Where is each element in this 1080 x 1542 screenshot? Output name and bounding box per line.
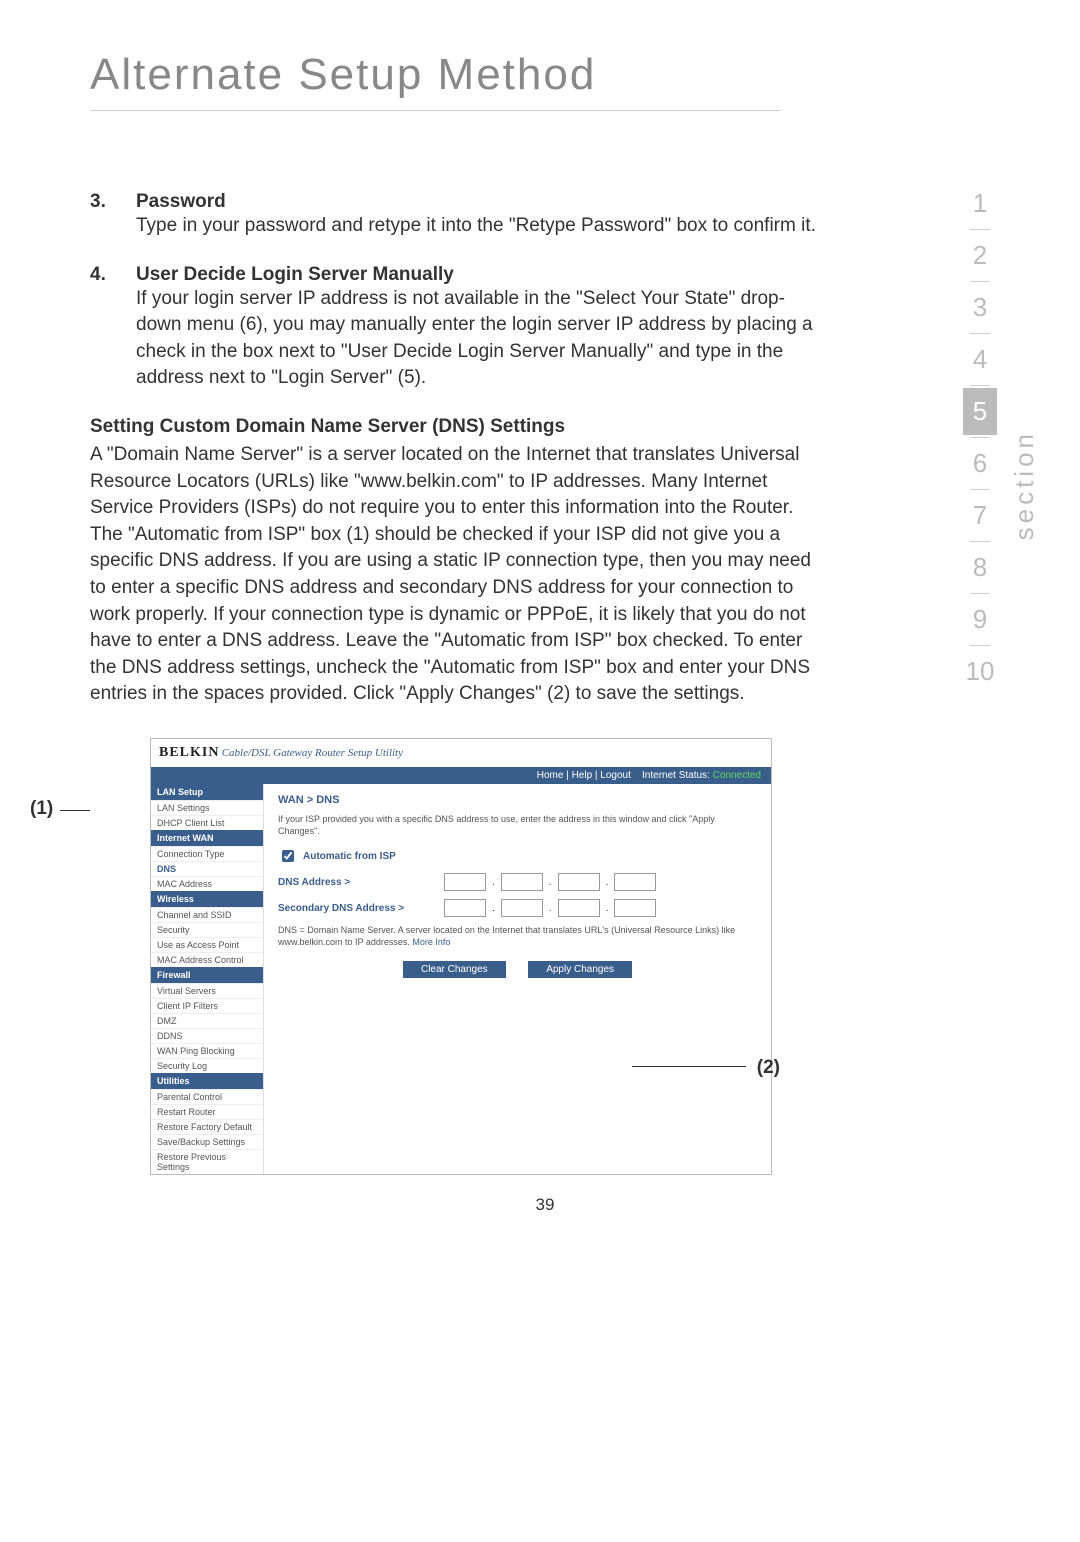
topbar-links[interactable]: Home | Help | Logout [537, 770, 631, 781]
router-brand-sub: Cable/DSL Gateway Router Setup Utility [222, 747, 403, 759]
more-info-link[interactable]: More Info [412, 937, 450, 947]
sidebar-hdr-firewall: Firewall [151, 967, 263, 983]
dns-section-body: A "Domain Name Server" is a server locat… [90, 442, 820, 708]
router-screenshot: BELKIN Cable/DSL Gateway Router Setup Ut… [150, 738, 772, 1175]
dns-ip-1[interactable] [444, 873, 486, 891]
clear-changes-button[interactable]: Clear Changes [403, 961, 506, 978]
step-3-number: 3. [90, 191, 106, 213]
sidebar-dns[interactable]: DNS [151, 861, 263, 876]
router-header: BELKIN Cable/DSL Gateway Router Setup Ut… [151, 739, 771, 767]
apply-changes-button[interactable]: Apply Changes [528, 961, 632, 978]
router-breadcrumb: WAN > DNS [278, 794, 757, 806]
step-3-title: Password [136, 191, 226, 212]
sidebar-hdr-lan: LAN Setup [151, 784, 263, 800]
sidebar-ddns[interactable]: DDNS [151, 1028, 263, 1043]
secondary-dns-label: Secondary DNS Address > [278, 903, 438, 914]
tab-7[interactable]: 7 [963, 492, 997, 539]
dns-ip-4[interactable] [614, 873, 656, 891]
step-3-body: Type in your password and retype it into… [136, 213, 820, 240]
sidebar-parental[interactable]: Parental Control [151, 1089, 263, 1104]
sidebar-hdr-utilities: Utilities [151, 1073, 263, 1089]
router-instruction: If your ISP provided you with a specific… [278, 814, 757, 837]
dns-note: DNS = Domain Name Server. A server locat… [278, 925, 757, 948]
section-label: section [1009, 430, 1040, 540]
sidebar-virtual-servers[interactable]: Virtual Servers [151, 983, 263, 998]
sec-dns-ip-3[interactable] [558, 899, 600, 917]
tab-10[interactable]: 10 [963, 648, 997, 695]
topbar-status-value: Connected [713, 770, 761, 781]
step-4-body: If your login server IP address is not a… [136, 286, 820, 392]
page-title: Alternate Setup Method [90, 50, 1000, 100]
auto-isp-checkbox[interactable] [282, 850, 294, 862]
sidebar-hdr-wan: Internet WAN [151, 830, 263, 846]
sec-dns-ip-4[interactable] [614, 899, 656, 917]
sidebar-restore-prev[interactable]: Restore Previous Settings [151, 1149, 263, 1174]
sec-dns-ip-2[interactable] [501, 899, 543, 917]
sidebar-save-backup[interactable]: Save/Backup Settings [151, 1134, 263, 1149]
sidebar-use-as-ap[interactable]: Use as Access Point [151, 937, 263, 952]
sec-dns-ip-1[interactable] [444, 899, 486, 917]
auto-isp-label: Automatic from ISP [303, 851, 396, 862]
sidebar-wan-ping[interactable]: WAN Ping Blocking [151, 1043, 263, 1058]
tab-2[interactable]: 2 [963, 232, 997, 279]
step-4-title: User Decide Login Server Manually [136, 264, 454, 285]
tab-9[interactable]: 9 [963, 596, 997, 643]
router-brand: BELKIN [159, 745, 219, 760]
sidebar-mac-ctrl[interactable]: MAC Address Control [151, 952, 263, 967]
sidebar-connection-type[interactable]: Connection Type [151, 846, 263, 861]
step-4-number: 4. [90, 264, 106, 286]
dns-ip-3[interactable] [558, 873, 600, 891]
sidebar-lan-settings[interactable]: LAN Settings [151, 800, 263, 815]
sidebar-hdr-wireless: Wireless [151, 891, 263, 907]
sidebar-channel-ssid[interactable]: Channel and SSID [151, 907, 263, 922]
tab-6[interactable]: 6 [963, 440, 997, 487]
sidebar-dhcp-client[interactable]: DHCP Client List [151, 815, 263, 830]
step-4: 4. User Decide Login Server Manually If … [90, 264, 820, 392]
sidebar-restart[interactable]: Restart Router [151, 1104, 263, 1119]
sidebar-security-log[interactable]: Security Log [151, 1058, 263, 1073]
dns-section-heading: Setting Custom Domain Name Server (DNS) … [90, 416, 820, 438]
tab-1[interactable]: 1 [963, 180, 997, 227]
page-number: 39 [90, 1195, 1000, 1215]
callout-1-line [60, 810, 90, 811]
tab-5[interactable]: 5 [963, 388, 997, 435]
sidebar-security[interactable]: Security [151, 922, 263, 937]
sidebar-dmz[interactable]: DMZ [151, 1013, 263, 1028]
step-3: 3. Password Type in your password and re… [90, 191, 820, 240]
section-tabs: 1 2 3 4 5 6 7 8 9 10 [950, 180, 1010, 695]
topbar-status-label: Internet Status: [642, 770, 710, 781]
router-topbar: Home | Help | Logout Internet Status: Co… [151, 767, 771, 784]
callout-2: (2) [757, 1057, 780, 1079]
sidebar-restore-factory[interactable]: Restore Factory Default [151, 1119, 263, 1134]
title-underline [90, 110, 780, 111]
tab-4[interactable]: 4 [963, 336, 997, 383]
sidebar-client-ip-filters[interactable]: Client IP Filters [151, 998, 263, 1013]
callout-1: (1) [30, 798, 53, 820]
sidebar-mac-address[interactable]: MAC Address [151, 876, 263, 891]
callout-2-line [632, 1066, 746, 1067]
dns-ip-2[interactable] [501, 873, 543, 891]
router-sidebar: LAN Setup LAN Settings DHCP Client List … [151, 784, 264, 1174]
tab-8[interactable]: 8 [963, 544, 997, 591]
dns-address-label: DNS Address > [278, 877, 438, 888]
tab-3[interactable]: 3 [963, 284, 997, 331]
router-main-panel: WAN > DNS If your ISP provided you with … [264, 784, 771, 1174]
